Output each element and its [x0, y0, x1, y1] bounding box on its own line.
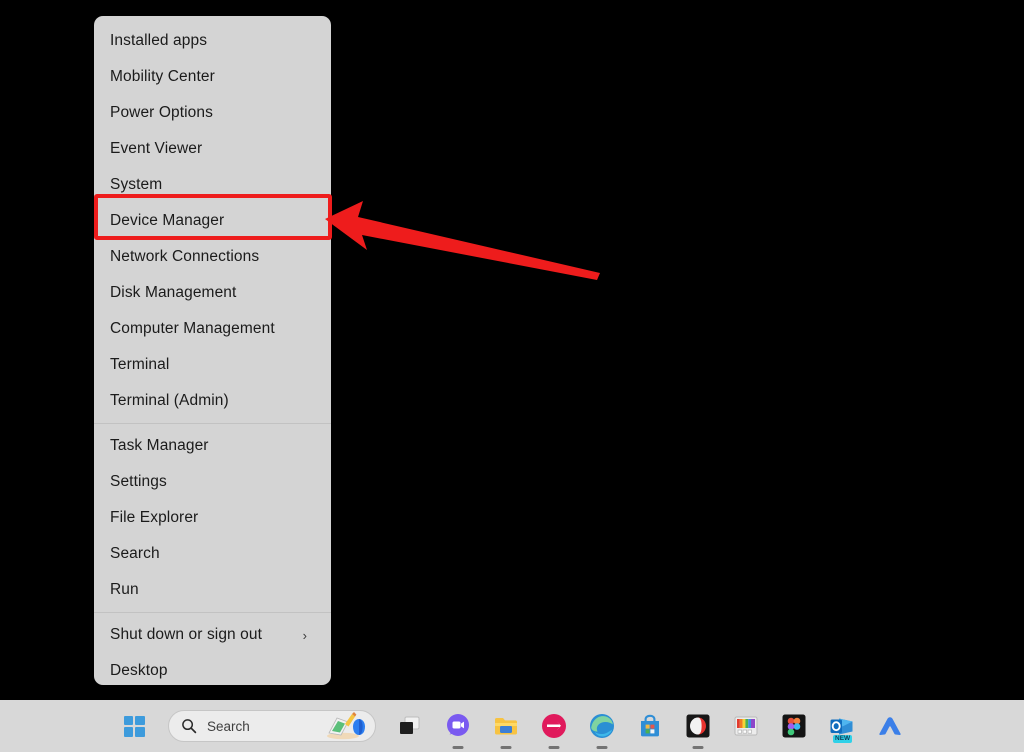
- edge-button[interactable]: Microsoft Edge: [582, 706, 622, 749]
- menu-item-task-manager[interactable]: Task Manager: [94, 428, 331, 464]
- menu-item-label: Disk Management: [110, 284, 237, 301]
- menu-item-label: Run: [110, 581, 139, 598]
- running-indicator: [500, 746, 512, 749]
- menu-item-label: Network Connections: [110, 248, 260, 265]
- menu-item-label: Desktop: [110, 662, 168, 679]
- menu-item-network-connections[interactable]: Network Connections: [94, 239, 331, 275]
- menu-item-label: Computer Management: [110, 320, 275, 337]
- menu-item-label: Power Options: [110, 104, 213, 121]
- menu-item-event-viewer[interactable]: Event Viewer: [94, 131, 331, 167]
- menu-item-system[interactable]: System: [94, 167, 331, 203]
- menu-item-disk-management[interactable]: Disk Management: [94, 275, 331, 311]
- running-indicator: [596, 746, 608, 749]
- search-icon: [182, 719, 197, 734]
- menu-item-file-explorer[interactable]: File Explorer: [94, 500, 331, 536]
- menu-item-terminal[interactable]: Terminal: [94, 347, 331, 383]
- menu-item-mobility-center[interactable]: Mobility Center: [94, 59, 331, 95]
- menu-item-power-options[interactable]: Power Options: [94, 95, 331, 131]
- chevron-right-icon: ›: [302, 627, 307, 643]
- task-view-icon: [396, 712, 424, 740]
- store-bag-icon: [636, 712, 664, 740]
- windows-logo-icon: [123, 715, 145, 737]
- store-button[interactable]: Microsoft Store: [630, 706, 670, 746]
- menu-item-installed-apps[interactable]: Installed apps: [94, 23, 331, 59]
- task-view-button[interactable]: Task View: [390, 706, 430, 746]
- file-explorer-button[interactable]: File Explorer: [486, 706, 526, 749]
- menu-item-search[interactable]: Search: [94, 536, 331, 572]
- menu-item-label: Shut down or sign out: [110, 626, 263, 643]
- menu-item-label: Settings: [110, 473, 167, 490]
- running-indicator: [692, 746, 704, 749]
- menu-separator: [94, 612, 331, 613]
- menu-item-label: File Explorer: [110, 509, 199, 526]
- search-box[interactable]: Search: [168, 710, 376, 742]
- vpn-button[interactable]: NordVPN: [870, 706, 910, 746]
- menu-item-label: System: [110, 176, 163, 193]
- edge-icon: [588, 712, 616, 740]
- outlook-button[interactable]: Outlook (new)NEWNEW: [822, 706, 862, 746]
- chat-video-icon: [444, 712, 472, 740]
- running-indicator: [548, 746, 560, 749]
- menu-item-device-manager[interactable]: Device Manager: [94, 203, 331, 239]
- opera-button[interactable]: Opera GX: [678, 706, 718, 749]
- menu-item-label: Search: [110, 545, 160, 562]
- pinned-app-button[interactable]: Pinned app: [534, 706, 574, 749]
- start-button[interactable]: Start: [114, 706, 154, 746]
- figma-button[interactable]: Figma: [774, 706, 814, 746]
- folder-icon: [492, 712, 520, 740]
- red-circle-arrow-icon: [540, 712, 568, 740]
- menu-item-label: Event Viewer: [110, 140, 203, 157]
- menu-item-computer-management[interactable]: Computer Management: [94, 311, 331, 347]
- menu-item-label: Installed apps: [110, 32, 208, 49]
- menu-item-label: Task Manager: [110, 437, 209, 454]
- chat-button[interactable]: Chat: [438, 706, 478, 749]
- color-palette-icon: [732, 712, 760, 740]
- menu-item-label: Terminal (Admin): [110, 392, 229, 409]
- menu-item-label: Terminal: [110, 356, 170, 373]
- menu-item-desktop[interactable]: Desktop: [94, 653, 331, 685]
- color-picker-button[interactable]: Color picker: [726, 706, 766, 746]
- menu-item-label: Device Manager: [110, 212, 225, 229]
- menu-separator: [94, 423, 331, 424]
- menu-item-label: Mobility Center: [110, 68, 215, 85]
- figma-icon: [780, 712, 808, 740]
- menu-item-settings[interactable]: Settings: [94, 464, 331, 500]
- search-input[interactable]: Search: [207, 719, 323, 734]
- search-decoration-icon: [323, 711, 369, 741]
- opera-gx-icon: [684, 712, 712, 740]
- nord-arc-icon: [876, 712, 904, 740]
- menu-item-terminal-admin[interactable]: Terminal (Admin): [94, 383, 331, 419]
- new-badge: NEW: [833, 734, 853, 743]
- menu-item-shut-down-or-sign-out[interactable]: Shut down or sign out ›: [94, 617, 331, 653]
- running-indicator: [452, 746, 464, 749]
- win-x-power-user-menu[interactable]: Installed apps Mobility Center Power Optio…: [94, 16, 331, 685]
- menu-item-run[interactable]: Run: [94, 572, 331, 608]
- taskbar[interactable]: Start Search Task ViewChatFile ExplorerPin…: [0, 700, 1024, 752]
